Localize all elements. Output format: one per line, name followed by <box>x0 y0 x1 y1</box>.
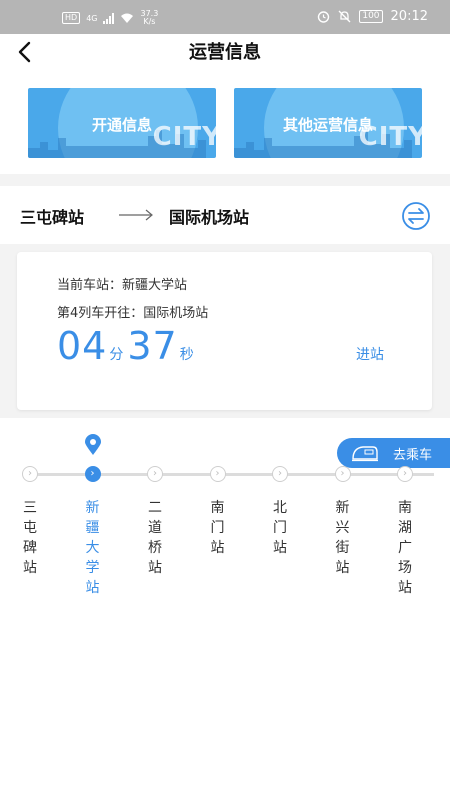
go-ride-button[interactable]: 去乘车 <box>337 438 450 468</box>
arrow-right-icon <box>119 209 153 221</box>
other-operation-info-banner[interactable]: CITY 其他运营信息 <box>234 88 422 158</box>
train-icon <box>352 446 378 462</box>
station-node[interactable]: › <box>272 466 288 482</box>
arrival-status: 进站 <box>356 347 384 363</box>
arrival-countdown: 04 分 37 秒 <box>57 324 198 368</box>
signal-icon <box>103 12 115 24</box>
destination-station[interactable]: 国际机场站 <box>169 204 249 228</box>
station-node[interactable]: › <box>397 466 413 482</box>
status-right: 100 20:12 <box>317 9 428 24</box>
app-header: 运营信息 <box>0 34 450 74</box>
station-name[interactable]: 三屯碑站 <box>21 498 39 578</box>
origin-station[interactable]: 三屯碑站 <box>20 204 84 228</box>
seconds-unit: 秒 <box>179 347 194 363</box>
station-node[interactable]: › <box>22 466 38 482</box>
clock: 20:12 <box>390 9 428 24</box>
status-left: HD 4G 37.3 K/s <box>62 10 158 26</box>
station-name[interactable]: 南门站 <box>209 498 227 558</box>
status-bar: HD 4G 37.3 K/s 100 20:12 <box>0 0 450 34</box>
current-station-text: 当前车站：新疆大学站 <box>57 278 188 293</box>
network-type: 4G <box>86 13 98 23</box>
station-node[interactable]: › <box>209 466 226 482</box>
section-divider <box>0 174 450 186</box>
hd-badge: HD <box>62 12 81 24</box>
train-info-card: 当前车站：新疆大学站 第4列车开往：国际机场站 04 分 37 秒 进站 <box>17 252 432 410</box>
page-title: 运营信息 <box>189 42 261 63</box>
mute-icon <box>338 10 351 23</box>
route-selector: 三屯碑站 国际机场站 <box>0 186 450 244</box>
station-node[interactable]: › <box>147 466 163 482</box>
other-operation-info-label: 其他运营信息 <box>282 116 373 134</box>
station-name[interactable]: 二道桥站 <box>146 498 164 578</box>
network-speed: 37.3 K/s <box>140 10 158 26</box>
go-ride-label: 去乘车 <box>393 448 433 463</box>
station-name[interactable]: 新兴街站 <box>334 498 352 578</box>
minutes-unit: 分 <box>109 347 124 363</box>
battery-icon: 100 <box>359 10 383 23</box>
swap-direction-icon[interactable] <box>401 201 431 231</box>
station-node[interactable]: › <box>334 466 351 482</box>
location-pin-icon <box>84 434 101 455</box>
banner-row: CITY 开通信息 CITY 其他运营信息 <box>0 74 450 174</box>
train-heading-text: 第4列车开往：国际机场站 <box>57 306 209 321</box>
station-name[interactable]: 南湖广场站 <box>396 498 414 598</box>
network-speed-unit: K/s <box>143 17 156 26</box>
line-map: 去乘车 › 三屯碑站 › 新疆大学站 › 二道桥站 › 南门站 › 北门站 › 新兴街站 › 南湖广场站 <box>0 418 450 800</box>
opening-info-label: 开通信息 <box>91 116 152 134</box>
countdown-seconds: 37 <box>127 324 178 368</box>
wifi-icon <box>121 13 134 23</box>
station-name[interactable]: 新疆大学站 <box>84 498 102 598</box>
alarm-icon <box>318 11 330 23</box>
station-name[interactable]: 北门站 <box>271 498 289 558</box>
station-node[interactable]: › <box>84 466 101 482</box>
opening-info-banner[interactable]: CITY 开通信息 <box>28 88 216 158</box>
countdown-minutes: 04 <box>57 324 108 368</box>
